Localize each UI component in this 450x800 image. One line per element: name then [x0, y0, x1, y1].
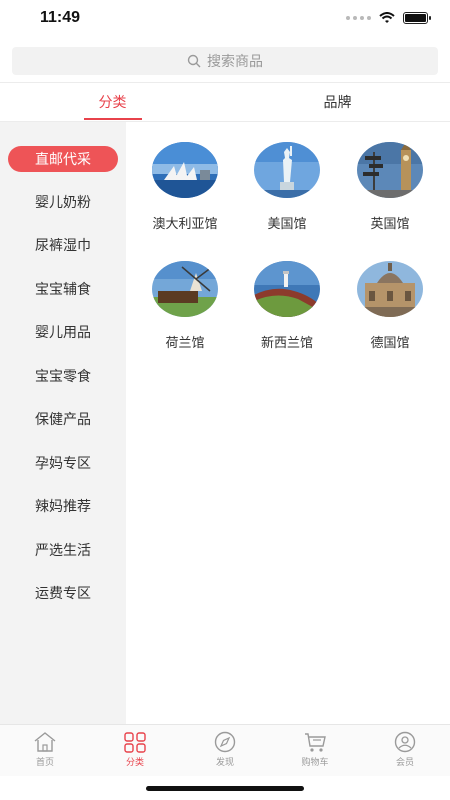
- tab-category-label: 分类: [98, 95, 127, 111]
- category-grid-icon: [124, 732, 146, 753]
- sidebar-item-baby-snacks[interactable]: 宝宝零食: [0, 361, 126, 391]
- sidebar-item-label: 尿裤湿巾: [35, 238, 91, 254]
- nav-label: 会员: [395, 758, 414, 768]
- nav-label: 发现: [215, 758, 234, 768]
- nav-home[interactable]: 首页: [0, 725, 90, 776]
- sidebar-item-label: 婴儿用品: [35, 325, 91, 341]
- nav-member[interactable]: 会员: [360, 725, 450, 776]
- sidebar-item-label: 保健产品: [35, 412, 91, 428]
- cathedral-city-photo: [357, 261, 423, 317]
- big-ben-photo: [357, 142, 423, 198]
- bottom-nav: 首页 分类 发现 购物车 会员: [0, 724, 450, 776]
- search-placeholder: 搜索商品: [207, 54, 263, 70]
- pavilion-uk[interactable]: 英国馆: [340, 142, 440, 232]
- status-icons: [346, 12, 431, 24]
- sidebar-item-shipping[interactable]: 运费专区: [0, 578, 126, 608]
- sidebar-item-mom-picks[interactable]: 辣妈推荐: [0, 491, 126, 521]
- sidebar-item-baby-supplies[interactable]: 婴儿用品: [0, 317, 126, 347]
- sidebar-item-selected-living[interactable]: 严选生活: [0, 535, 126, 565]
- sidebar-item-health-products[interactable]: 保健产品: [0, 404, 126, 434]
- cart-icon: [305, 733, 326, 752]
- tab-bar: 分类 品牌: [0, 83, 450, 121]
- compass-icon: [214, 731, 236, 753]
- sidebar-item-maternity[interactable]: 孕妈专区: [0, 448, 126, 478]
- windmill-photo: [152, 261, 218, 317]
- pavilion-new-zealand[interactable]: 新西兰馆: [237, 261, 337, 351]
- sidebar-item-label: 直邮代采: [8, 146, 118, 172]
- sidebar-item-label: 严选生活: [35, 543, 91, 559]
- nav-cart[interactable]: 购物车: [270, 725, 360, 776]
- sidebar-item-label: 运费专区: [35, 586, 91, 602]
- sidebar-item-direct-mail[interactable]: 直邮代采: [0, 144, 126, 174]
- sidebar-item-label: 辣妈推荐: [35, 499, 91, 515]
- nav-label: 首页: [35, 758, 54, 768]
- sidebar-item-label: 婴儿奶粉: [35, 195, 91, 211]
- pavilion-usa[interactable]: 美国馆: [237, 142, 337, 232]
- search-icon: [187, 54, 201, 68]
- pavilion-name: 澳大利亚馆: [152, 217, 218, 232]
- tab-brand[interactable]: 品牌: [225, 83, 450, 121]
- nav-label: 购物车: [301, 758, 329, 768]
- sidebar-item-label: 宝宝零食: [35, 369, 91, 385]
- pavilion-netherlands[interactable]: 荷兰馆: [135, 261, 235, 351]
- status-bar: 11:49: [0, 0, 450, 40]
- sidebar-item-baby-food[interactable]: 宝宝辅食: [0, 274, 126, 304]
- user-icon: [394, 731, 416, 753]
- pavilion-name: 荷兰馆: [165, 336, 205, 351]
- lighthouse-coast-photo: [254, 261, 320, 317]
- cellular-signal-icon: [346, 16, 371, 20]
- tab-category[interactable]: 分类: [0, 83, 225, 121]
- pavilion-name: 美国馆: [267, 217, 307, 232]
- wifi-icon: [379, 12, 395, 23]
- battery-icon: [403, 12, 431, 24]
- pavilion-name: 英国馆: [370, 217, 410, 232]
- home-indicator: [146, 786, 304, 791]
- home-icon: [34, 732, 56, 752]
- statue-of-liberty-photo: [254, 142, 320, 198]
- search-bar[interactable]: 搜索商品: [12, 47, 438, 75]
- sidebar-item-label: 孕妈专区: [35, 456, 91, 472]
- category-sidebar: 直邮代采 婴儿奶粉 尿裤湿巾 宝宝辅食 婴儿用品 宝宝零食 保健产品 孕妈专区 …: [0, 122, 126, 724]
- pavilion-name: 新西兰馆: [260, 336, 313, 351]
- status-time: 11:49: [40, 9, 81, 26]
- pavilion-grid: 澳大利亚馆 美国馆 英国馆 荷兰馆 新西兰馆 德国馆: [126, 122, 450, 724]
- nav-category[interactable]: 分类: [90, 725, 180, 776]
- sidebar-item-infant-formula[interactable]: 婴儿奶粉: [0, 187, 126, 217]
- pavilion-name: 德国馆: [370, 336, 410, 351]
- pavilion-germany[interactable]: 德国馆: [340, 261, 440, 351]
- sidebar-item-diapers-wipes[interactable]: 尿裤湿巾: [0, 230, 126, 260]
- nav-discover[interactable]: 发现: [180, 725, 270, 776]
- nav-label: 分类: [125, 758, 144, 768]
- sidebar-item-label: 宝宝辅食: [35, 282, 91, 298]
- pavilion-australia[interactable]: 澳大利亚馆: [135, 142, 235, 232]
- sydney-opera-house-photo: [152, 142, 218, 198]
- tab-brand-label: 品牌: [323, 95, 352, 111]
